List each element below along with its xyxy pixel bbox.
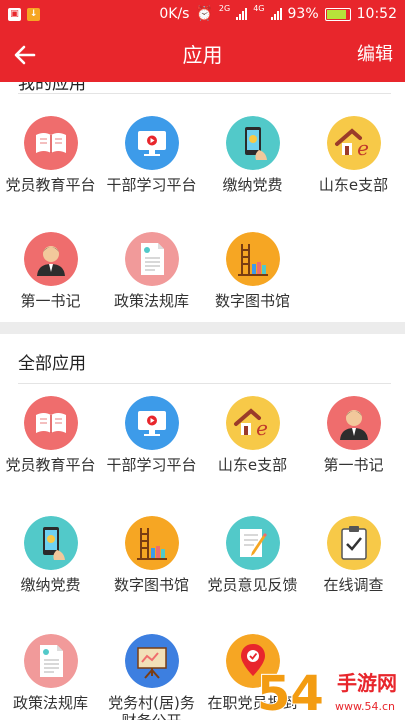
phone-pay-icon [23,516,78,570]
app-item-party-education[interactable]: 党员教育平台 [0,116,101,194]
battery-percent: 93% [287,6,319,22]
app-item-digital-library[interactable]: 数字图书馆 [101,516,202,594]
section-divider-line [18,383,391,384]
my-apps-section: 我的应用 党员教育平台 干部学习平台 缴纳党费 e 山东e支部 第一书记 政策法… [0,82,405,322]
site-watermark-logo: 54 手游网 www.54.cn [255,658,405,723]
app-item-cadre-learning[interactable]: 干部学习平台 [101,396,202,474]
section-divider-line [18,93,391,94]
app-label: 山东e支部 [318,176,389,194]
app-label: 缴纳党费 [20,576,81,594]
clock: 10:52 [356,6,397,22]
signal-icon [236,8,248,20]
phone-pay-icon [225,116,280,170]
clipboard-check-icon [326,516,381,570]
app-item-first-secretary[interactable]: 第一书记 [0,232,101,310]
bookshelf-icon [225,232,280,286]
app-label: 党员教育平台 [5,176,96,194]
app-bar: 应用 编辑 [0,28,405,82]
bookshelf-icon [124,516,179,570]
app-item-village-affairs-disclosure[interactable]: 党务村(居)务财务公开 [101,634,202,720]
app-label: 政策法规库 [12,694,88,712]
svg-text:e: e [256,416,268,440]
signal-icon-2 [270,8,282,20]
person-icon [326,396,381,450]
svg-text:e: e [357,136,369,160]
section-gap [0,322,405,334]
download-notification-icon: ↓ [27,7,40,21]
monitor-icon [124,116,179,170]
app-item-policy-library[interactable]: 政策法规库 [101,232,202,310]
app-label: 数字图书馆 [113,576,189,594]
network-type-1: 2G [218,4,231,13]
all-apps-header: 全部应用 [18,354,86,374]
gallery-notification-icon: ▣ [8,7,21,21]
alarm-icon: ⏰ [195,6,213,22]
app-item-party-education[interactable]: 党员教育平台 [0,396,101,474]
pencil-note-icon [225,516,280,570]
app-label: 缴纳党费 [222,176,283,194]
document-icon [23,634,78,688]
app-item-member-feedback[interactable]: 党员意见反馈 [202,516,303,594]
app-item-policy-library[interactable]: 政策法规库 [0,634,101,712]
back-button[interactable] [14,40,50,70]
house-e-icon: e [225,396,280,450]
battery-icon [324,7,351,21]
app-item-party-fee[interactable]: 缴纳党费 [202,116,303,194]
app-label: 党务村(居)务财务公开 [108,694,195,720]
app-label: 第一书记 [323,456,384,474]
app-item-shandong-e-branch[interactable]: e 山东e支部 [202,396,303,474]
network-type-2: 4G [253,4,265,13]
app-label: 党员教育平台 [5,456,96,474]
app-label: 数字图书馆 [214,292,290,310]
house-e-icon: e [326,116,381,170]
app-label: 干部学习平台 [106,456,197,474]
app-label: 第一书记 [20,292,81,310]
watermark-url: www.54.cn [335,700,395,713]
network-speed: 0K/s [159,6,190,22]
person-icon [23,232,78,286]
app-item-online-survey[interactable]: 在线调查 [303,516,404,594]
edit-button[interactable]: 编辑 [357,28,393,82]
app-item-shandong-e-branch[interactable]: e 山东e支部 [303,116,404,194]
app-item-first-secretary[interactable]: 第一书记 [303,396,404,474]
watermark-title: 手游网 [337,671,397,695]
app-item-digital-library[interactable]: 数字图书馆 [202,232,303,310]
book-icon [23,396,78,450]
back-arrow-icon [14,45,36,65]
page-title: 应用 [182,43,223,67]
app-label: 政策法规库 [113,292,189,310]
app-label: 干部学习平台 [106,176,197,194]
app-item-cadre-learning[interactable]: 干部学习平台 [101,116,202,194]
app-label: 党员意见反馈 [207,576,298,594]
status-bar: ▣ ↓ 0K/s ⏰ 2G 4G 93% 10:52 [0,0,405,28]
app-label: 在线调查 [323,576,384,594]
app-item-party-fee[interactable]: 缴纳党费 [0,516,101,594]
presentation-board-icon [124,634,179,688]
monitor-icon [124,396,179,450]
document-icon [124,232,179,286]
app-label: 山东e支部 [217,456,288,474]
watermark-number: 54 [257,666,324,720]
book-icon [23,116,78,170]
